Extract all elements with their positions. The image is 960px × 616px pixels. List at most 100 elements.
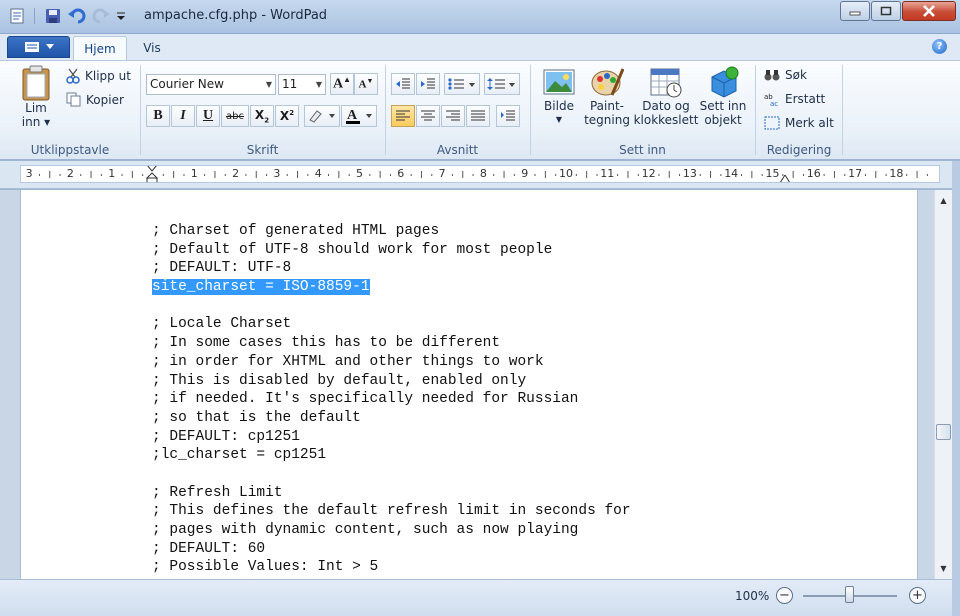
paragraph-icon	[501, 110, 515, 121]
ruler-number: 2	[232, 167, 240, 180]
align-right-icon	[446, 110, 460, 121]
ruler-number: 7	[438, 167, 446, 180]
minimize-button[interactable]	[840, 1, 870, 21]
undo-icon[interactable]	[68, 7, 86, 25]
save-icon[interactable]	[44, 7, 62, 25]
document-line[interactable]: ; pages with dynamic content, such as no…	[152, 521, 631, 540]
justify-button[interactable]	[466, 105, 490, 127]
bullet-list-button[interactable]	[444, 73, 480, 95]
shrink-font-button[interactable]: A▼	[354, 73, 378, 95]
document-text[interactable]: ; Charset of generated HTML pages ; Defau…	[152, 222, 631, 577]
document-line[interactable]: ; This defines the default refresh limit…	[152, 502, 631, 521]
ruler-number: 12	[641, 167, 656, 180]
document-line[interactable]: ; in order for XHTML and other things to…	[152, 353, 631, 372]
ruler-number: 15	[765, 167, 780, 180]
line-text: ; Possible Values: Int > 5	[152, 559, 379, 576]
ruler-number: 17	[848, 167, 863, 180]
file-menu-button[interactable]	[7, 36, 70, 58]
paragraph-settings-button[interactable]	[496, 105, 520, 127]
scroll-up-icon[interactable]: ▲	[935, 192, 952, 209]
customize-quick-access-icon[interactable]	[114, 7, 128, 25]
font-family-select[interactable]: Courier New ▼	[146, 74, 276, 95]
line-spacing-button[interactable]	[484, 73, 520, 95]
zoom-out-button[interactable]: −	[776, 587, 793, 604]
line-text: ; pages with dynamic content, such as no…	[152, 522, 579, 538]
svg-text:A: A	[347, 108, 358, 123]
italic-button[interactable]: I	[171, 105, 195, 127]
align-center-button[interactable]	[416, 105, 440, 127]
redo-icon[interactable]	[92, 7, 110, 25]
document-page[interactable]: ; Charset of generated HTML pages ; Defau…	[20, 190, 918, 579]
document-line[interactable]: ; Charset of generated HTML pages	[152, 222, 631, 241]
document-line[interactable]: ;lc_charset = cp1251	[152, 446, 631, 465]
decrease-indent-button[interactable]	[391, 73, 415, 95]
bold-button[interactable]: B	[146, 105, 170, 127]
ruler-number: 18	[889, 167, 904, 180]
maximize-button[interactable]	[871, 1, 901, 21]
font-color-button[interactable]: A	[341, 105, 377, 127]
ruler[interactable]: 3 2 1 1 2 3 4 5 6 7 8 9 10 11 12 13 14 15 16 17 18	[20, 165, 940, 183]
indent-marker-icon[interactable]	[146, 165, 158, 183]
paste-button[interactable]: Lim inn ▾	[14, 65, 58, 129]
document-line[interactable]	[152, 465, 631, 484]
replace-icon: abac	[764, 93, 778, 106]
align-left-button[interactable]	[391, 105, 415, 127]
close-button[interactable]	[902, 1, 956, 21]
ruler-number: 11	[600, 167, 615, 180]
right-indent-marker-icon[interactable]	[780, 175, 790, 183]
zoom-level: 100%	[735, 589, 770, 603]
ruler-number: 13	[682, 167, 697, 180]
align-right-button[interactable]	[441, 105, 465, 127]
ribbon-panel: Lim inn ▾ Klipp ut Kopier Utklippstavle …	[0, 60, 960, 160]
highlight-color-button[interactable]	[304, 105, 340, 127]
zoom-slider-thumb[interactable]	[845, 586, 854, 603]
document-line[interactable]: ; Default of UTF-8 should work for most …	[152, 241, 631, 260]
date-time-button[interactable]: Dato og klokkeslett	[633, 65, 699, 127]
window-title: ampache.cfg.php - WordPad	[144, 8, 328, 23]
align-left-icon	[396, 110, 410, 121]
tab-home[interactable]: Hjem	[73, 36, 127, 60]
find-button[interactable]: Søk	[764, 68, 807, 82]
document-line[interactable]: site_charset = ISO-8859-1	[152, 278, 631, 297]
find-label: Søk	[785, 68, 807, 82]
wordpad-app-icon[interactable]	[8, 7, 26, 25]
chevron-down-icon: ▼	[315, 80, 322, 89]
underline-icon: U	[202, 108, 214, 123]
document-line[interactable]: ; DEFAULT: UTF-8	[152, 259, 631, 278]
underline-button[interactable]: U	[196, 105, 220, 127]
document-line[interactable]: ; Refresh Limit	[152, 484, 631, 503]
document-line[interactable]: ; so that is the default	[152, 409, 631, 428]
document-line[interactable]: ; Locale Charset	[152, 315, 631, 334]
increase-indent-button[interactable]	[416, 73, 440, 95]
document-line[interactable]	[152, 297, 631, 316]
document-line[interactable]: ; if needed. It's specifically needed fo…	[152, 390, 631, 409]
document-line[interactable]: ; In some cases this has to be different	[152, 334, 631, 353]
tab-view[interactable]: Vis	[132, 36, 172, 60]
font-size-select[interactable]: 11 ▼	[278, 74, 326, 95]
insert-picture-button[interactable]: Bilde ▼	[537, 65, 581, 127]
line-text: ; In some cases this has to be different	[152, 335, 501, 352]
zoom-in-button[interactable]: +	[909, 587, 926, 604]
line-text: ; Default of UTF-8 should work for most …	[152, 241, 553, 258]
copy-button[interactable]: Kopier	[66, 92, 124, 107]
replace-button[interactable]: ab ac Erstatt	[764, 92, 825, 106]
document-line[interactable]: ; DEFAULT: 60	[152, 540, 631, 559]
document-line[interactable]: ; Possible Values: Int > 5	[152, 558, 631, 577]
scrollbar-thumb[interactable]	[936, 424, 951, 440]
cut-button[interactable]: Klipp ut	[66, 68, 131, 84]
paint-drawing-button[interactable]: Paint- tegning	[583, 65, 631, 127]
document-line[interactable]: ; This is disabled by default, enabled o…	[152, 372, 631, 391]
document-line[interactable]: ; DEFAULT: cp1251	[152, 428, 631, 447]
vertical-scrollbar[interactable]: ▲ ▼	[934, 190, 952, 579]
scroll-down-icon[interactable]: ▼	[935, 560, 952, 577]
select-all-button[interactable]: Merk alt	[764, 116, 834, 130]
font-family-value: Courier New	[150, 77, 224, 91]
grow-font-button[interactable]: A▲	[330, 73, 354, 95]
help-icon[interactable]: ?	[932, 39, 947, 54]
line-text: ; if needed. It's specifically needed fo…	[152, 391, 579, 408]
insert-object-button[interactable]: Sett inn objekt	[699, 65, 747, 127]
superscript-button[interactable]: X2	[275, 105, 299, 127]
subscript-button[interactable]: X2	[250, 105, 274, 127]
ribbon-tab-row: Hjem Vis ?	[0, 34, 960, 60]
strikethrough-button[interactable]: abc	[221, 105, 249, 127]
